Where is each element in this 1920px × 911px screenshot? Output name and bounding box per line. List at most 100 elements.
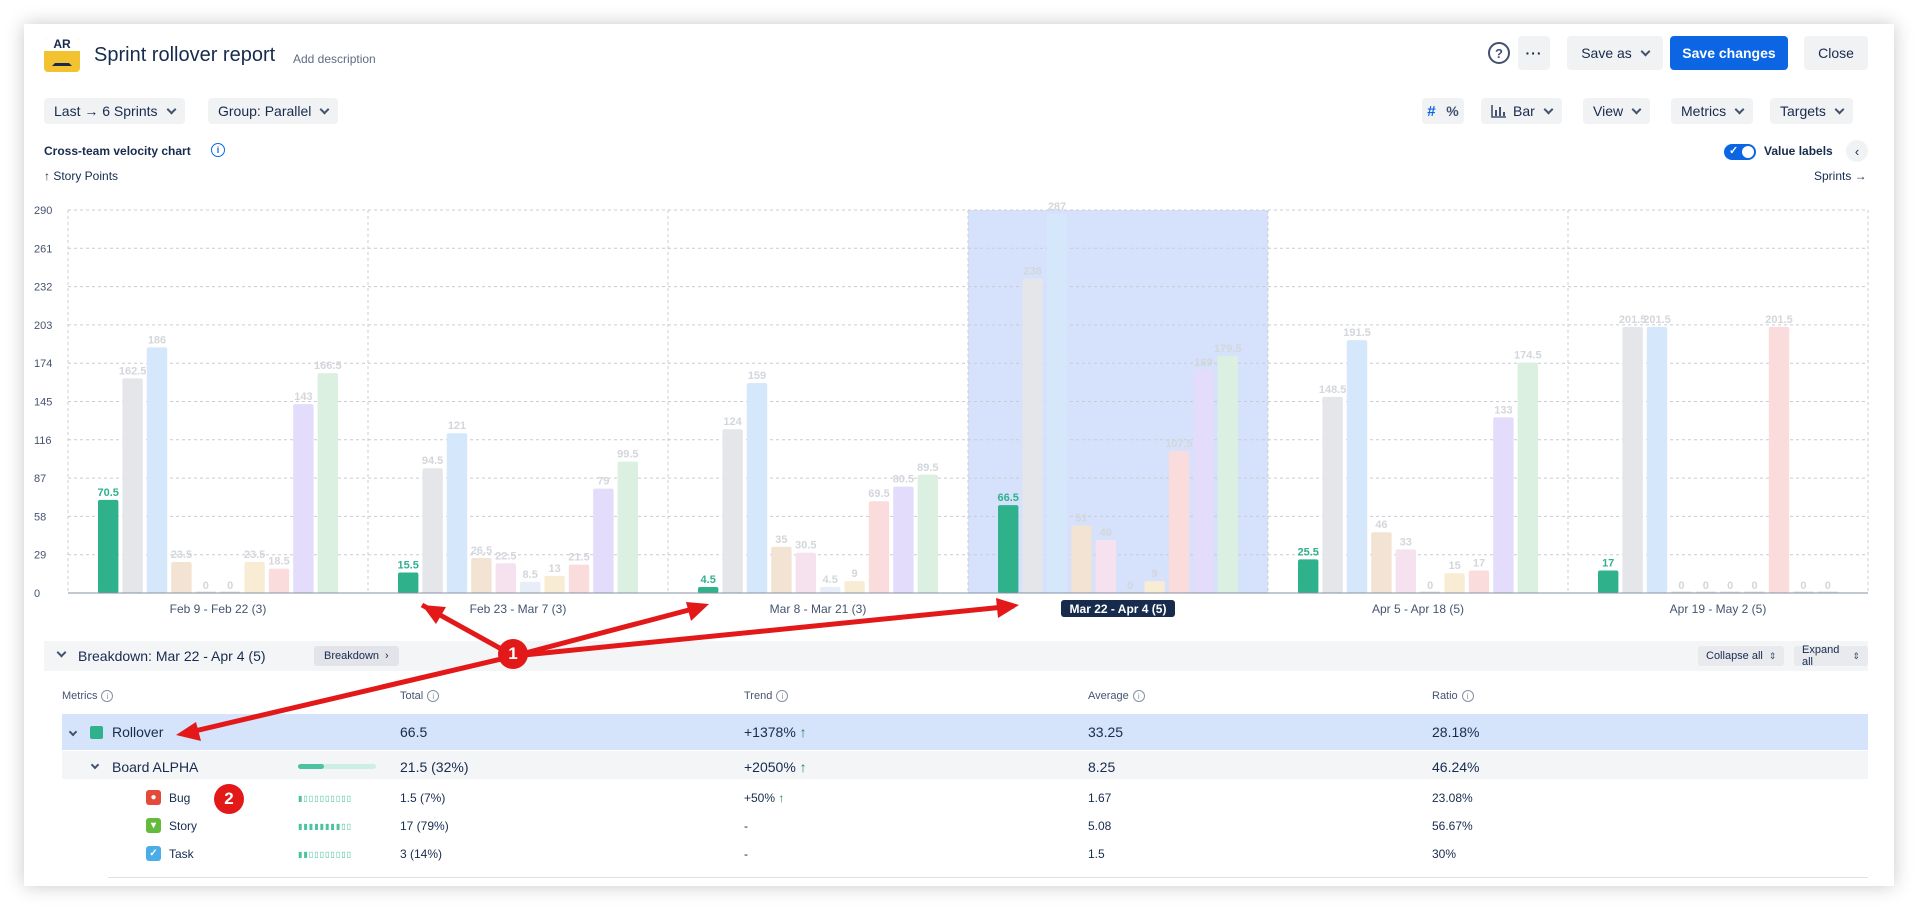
chart-bar — [146, 347, 168, 593]
trend-text: +50% — [744, 791, 776, 805]
data-label: 166.5 — [314, 360, 342, 372]
collapse-icon: ⇕ — [1768, 650, 1777, 661]
chart-bar — [1444, 573, 1465, 593]
data-label: 33 — [1400, 536, 1412, 548]
data-label: 4.5 — [701, 574, 716, 586]
data-label: 191.5 — [1343, 327, 1371, 339]
data-label: 25.5 — [1297, 546, 1318, 558]
chart-bar — [1217, 355, 1238, 593]
table-row-rollover[interactable] — [62, 714, 1868, 750]
data-label: 201.5 — [1619, 314, 1647, 326]
info-icon[interactable]: i — [1132, 690, 1145, 702]
chart-bar — [1371, 532, 1392, 593]
trend-value: +2050% ↑ — [744, 759, 807, 775]
data-label: 0 — [1678, 580, 1684, 592]
task-icon: ✓ — [146, 846, 161, 861]
data-label: 15.5 — [397, 560, 418, 572]
data-label: 46 — [1375, 519, 1387, 531]
bug-icon: ● — [146, 790, 161, 805]
column-header-label: Metrics — [62, 690, 98, 702]
expand-icon: ⇕ — [1852, 650, 1860, 661]
average-value: 1.67 — [1088, 791, 1112, 805]
annotation-badge-1: 1 — [498, 639, 528, 669]
share-dots: ▮▯▯▯▯▯▯▯▯▯ — [298, 794, 353, 803]
chart-bar — [1298, 559, 1319, 593]
data-label: 0 — [227, 580, 233, 592]
share-progress-fill — [298, 764, 324, 769]
x-tick-label: Feb 23 - Mar 7 (3) — [470, 602, 567, 616]
total-value: 17 (79%) — [400, 819, 449, 833]
data-label: 51 — [1075, 513, 1087, 525]
chart-bar — [998, 505, 1019, 593]
chevron-right-icon: › — [385, 650, 389, 662]
average-value: 33.25 — [1088, 724, 1124, 740]
collapse-all-label: Collapse all — [1706, 650, 1763, 662]
chevron-down-icon[interactable] — [56, 647, 67, 658]
info-icon[interactable]: i — [1461, 690, 1474, 702]
data-label: 124 — [723, 416, 742, 428]
data-label: 201.5 — [1643, 314, 1671, 326]
data-label: 69.5 — [868, 488, 889, 500]
chart-bar — [593, 488, 614, 593]
issue-type-name: Task — [169, 847, 194, 861]
trend-text: +1378% — [744, 724, 796, 740]
chart-bar — [1468, 570, 1490, 593]
data-label: 17 — [1473, 558, 1485, 570]
data-label: 186 — [148, 334, 166, 346]
column-header-label: Average — [1088, 690, 1129, 702]
chart-bar — [771, 546, 792, 593]
report-window: AR Sprint rollover report Add descriptio… — [24, 24, 1894, 886]
chart-bar — [1095, 540, 1116, 593]
total-value: 21.5 (32%) — [400, 759, 469, 775]
expand-all-button[interactable]: Expand all ⇕ — [1794, 644, 1868, 668]
ratio-value: 56.67% — [1432, 819, 1473, 833]
chart-bar — [293, 404, 314, 593]
data-label: 66.5 — [997, 492, 1018, 504]
chart-bar — [868, 501, 890, 593]
data-label: 0 — [1752, 580, 1758, 592]
chart-bar — [1768, 326, 1790, 593]
share-dots: ▮▮▯▯▯▯▯▯▯▯ — [298, 850, 353, 859]
chart-bar — [98, 499, 119, 593]
data-label: 0 — [1127, 580, 1133, 592]
chart-bar — [495, 563, 516, 593]
data-label: 23.5 — [171, 549, 192, 561]
data-label: 21.5 — [568, 552, 589, 564]
chart-bar — [568, 564, 590, 593]
info-icon[interactable]: i — [427, 690, 440, 702]
info-icon[interactable]: i — [101, 690, 114, 702]
data-label: 238 — [1023, 266, 1041, 278]
ratio-value: 46.24% — [1432, 759, 1480, 775]
total-value: 66.5 — [400, 724, 428, 740]
metric-name: Board ALPHA — [112, 759, 199, 775]
info-icon[interactable]: i — [776, 690, 789, 702]
chart-bar — [1395, 549, 1416, 593]
annotation-badge-2: 2 — [214, 784, 244, 814]
chart-bar — [1517, 362, 1538, 593]
data-label: 107.5 — [1165, 438, 1193, 450]
breakdown-chip-button[interactable]: Breakdown › — [314, 646, 399, 666]
breakdown-chip-label: Breakdown — [324, 650, 380, 662]
data-label: 0 — [203, 580, 209, 592]
chart-bar — [893, 486, 914, 593]
data-label: 201.5 — [1765, 314, 1793, 326]
chart-bar — [1193, 369, 1214, 593]
data-label: 35 — [775, 534, 787, 546]
column-header-ratio: Ratio i — [1432, 690, 1474, 702]
data-label: 94.5 — [422, 455, 443, 467]
chart-bar — [268, 568, 290, 593]
data-label: 23.5 — [244, 549, 265, 561]
y-tick-label: 29 — [34, 550, 46, 562]
data-label: 121 — [448, 420, 466, 432]
chart-bar — [1046, 213, 1068, 593]
collapse-all-button[interactable]: Collapse all ⇕ — [1698, 646, 1785, 666]
chart-bar — [844, 581, 865, 593]
data-label: 13 — [548, 563, 560, 575]
chart-bar — [1022, 278, 1043, 593]
data-label: 70.5 — [97, 487, 118, 499]
share-progress-bar — [298, 764, 376, 769]
x-tick-label: Apr 5 - Apr 18 (5) — [1372, 602, 1464, 616]
chart-bar — [1598, 570, 1619, 593]
average-value: 1.5 — [1088, 847, 1105, 861]
data-label: 133 — [1494, 404, 1512, 416]
